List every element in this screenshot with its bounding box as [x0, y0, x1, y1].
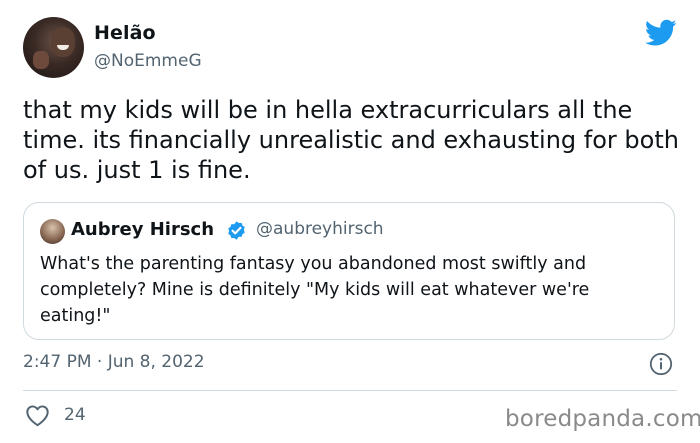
avatar-face — [51, 27, 75, 57]
watermark: boredpanda.com — [505, 406, 700, 432]
divider — [23, 390, 677, 391]
avatar-hand — [33, 51, 49, 69]
author-display-name[interactable]: Helão — [94, 22, 156, 44]
author-avatar[interactable] — [23, 17, 84, 78]
tweet-timestamp[interactable]: 2:47 PM · Jun 8, 2022 — [23, 352, 205, 372]
author-handle[interactable]: @NoEmmeG — [94, 51, 202, 71]
twitter-bird-icon[interactable] — [645, 19, 677, 47]
quoted-author-avatar — [40, 219, 65, 244]
like-count: 24 — [64, 405, 86, 425]
verified-badge-icon — [228, 221, 245, 240]
tweet-text: that my kids will be in hella extracurri… — [23, 96, 679, 184]
quoted-tweet-text: What's the parenting fantasy you abandon… — [40, 254, 590, 326]
heart-icon[interactable] — [25, 404, 50, 427]
quoted-author-handle: @aubreyhirsch — [256, 219, 384, 239]
info-icon[interactable] — [649, 352, 673, 376]
quoted-tweet-card[interactable]: Aubrey Hirsch @aubreyhirsch What's the p… — [23, 202, 675, 340]
quoted-author-name: Aubrey Hirsch — [71, 219, 215, 240]
